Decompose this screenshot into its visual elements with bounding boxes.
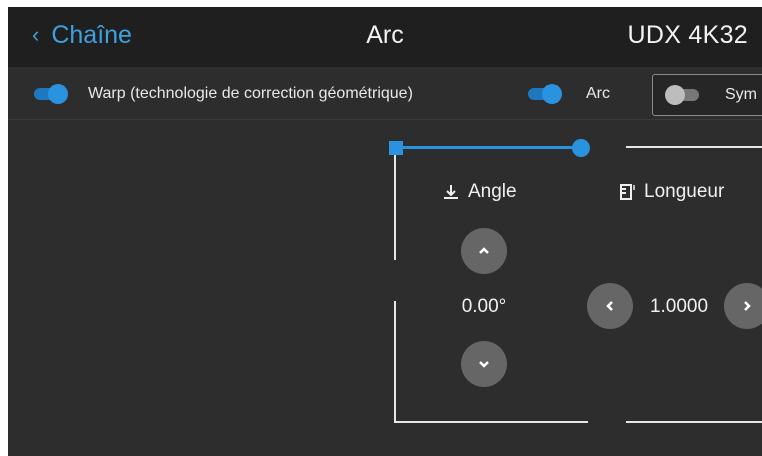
warp-label: Warp (technologie de correction géométri…	[88, 85, 413, 102]
length-increase-button[interactable]	[724, 283, 762, 329]
chevron-left-icon: ‹	[32, 21, 40, 47]
arc-toggle[interactable]	[528, 84, 562, 104]
angle-increase-button[interactable]	[461, 228, 507, 274]
bottom-right-edge	[626, 421, 762, 423]
left-edge-lower	[394, 301, 396, 423]
length-header: Longueur	[618, 181, 724, 203]
chevron-right-icon	[744, 301, 751, 311]
length-decrease-button[interactable]	[587, 283, 633, 329]
warp-toggle[interactable]	[34, 84, 68, 104]
symmetry-toggle-knob	[665, 85, 685, 105]
chevron-up-icon	[479, 247, 489, 254]
angle-value: 0.00°	[461, 296, 507, 317]
projector-screen: ‹ Chaîne Arc UDX 4K32 Warp (technologie …	[8, 7, 762, 456]
length-label: Longueur	[644, 181, 725, 202]
back-label: Chaîne	[51, 21, 132, 49]
symmetry-label: Sym	[725, 86, 757, 103]
angle-label: Angle	[468, 181, 517, 202]
toggle-toolbar: Warp (technologie de correction géométri…	[8, 67, 762, 120]
bottom-left-edge	[394, 421, 588, 423]
angle-icon	[444, 185, 458, 199]
chevron-left-icon	[606, 301, 613, 311]
ruler-icon	[620, 184, 635, 200]
arc-toggle-knob	[542, 84, 562, 104]
back-button[interactable]: ‹ Chaîne	[32, 21, 132, 50]
header-bar: ‹ Chaîne Arc UDX 4K32	[8, 7, 762, 67]
arc-midpoint-handle[interactable]	[572, 139, 590, 157]
chevron-down-icon	[479, 361, 489, 368]
top-right-edge	[626, 146, 762, 148]
angle-decrease-button[interactable]	[461, 341, 507, 387]
warp-toggle-knob	[48, 84, 68, 104]
device-model: UDX 4K32	[627, 21, 748, 49]
arc-label: Arc	[586, 85, 610, 102]
left-edge-upper	[394, 155, 396, 260]
angle-header: Angle	[442, 181, 517, 203]
symmetry-toggle[interactable]	[665, 85, 699, 105]
corner-handle[interactable]	[389, 141, 403, 155]
arc-selected-edge	[395, 146, 581, 149]
length-value: 1.0000	[649, 296, 709, 317]
symmetry-toggle-box[interactable]: Sym	[652, 74, 762, 116]
page-title: Arc	[366, 21, 404, 49]
